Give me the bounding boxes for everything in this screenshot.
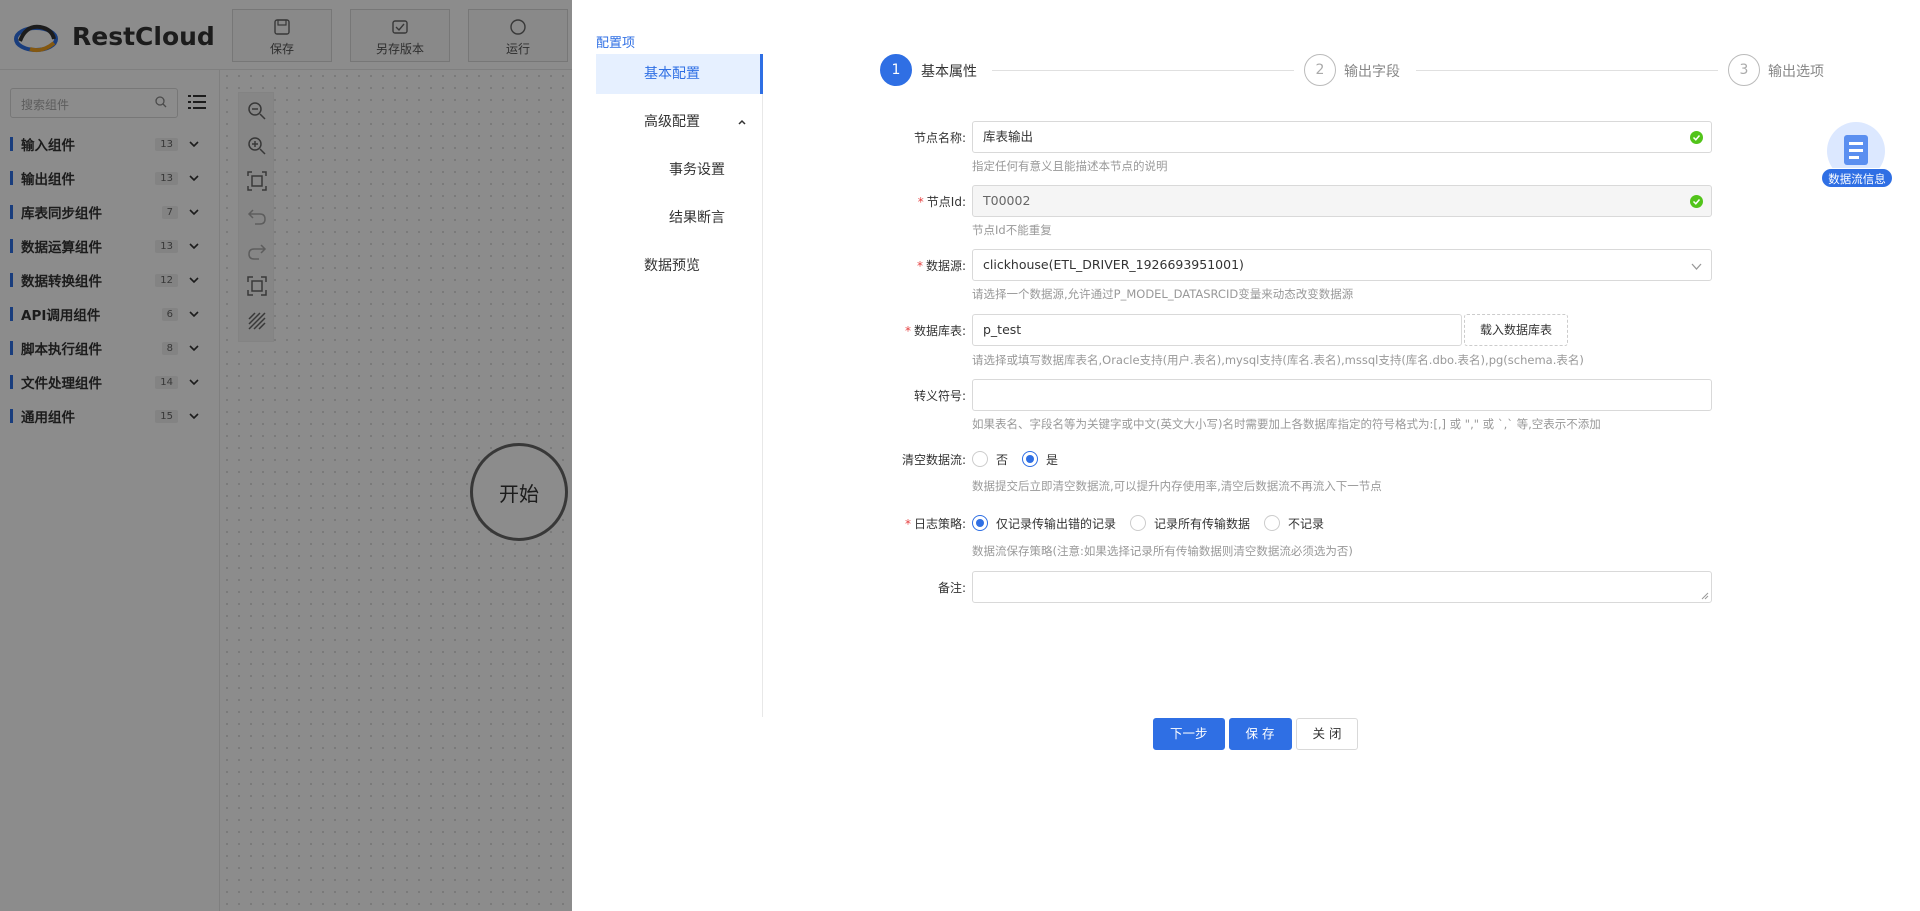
menu-item-label: 基本配置: [644, 66, 700, 82]
chevron-up-icon: [738, 119, 746, 125]
required-mark: *: [917, 195, 924, 209]
next-button[interactable]: 下一步: [1153, 718, 1225, 750]
escape-help: 如果表名、字段名等为关键字或中文(英文大小写)名时需要加上各数据库指定的符号格式…: [972, 417, 1601, 431]
datasource-help: 请选择一个数据源,允许通过P_MODEL_DATASRCID变量来动态改变数据源: [972, 287, 1354, 301]
escape-input[interactable]: [972, 379, 1712, 411]
document-icon: [1844, 135, 1868, 165]
log-policy-radio-group: 仅记录传输出错的记录 记录所有传输数据 不记录: [972, 512, 1338, 534]
config-title: 配置项: [596, 36, 636, 51]
node-id-input[interactable]: T00002: [972, 185, 1712, 217]
clear-stream-option-no[interactable]: 否: [972, 451, 1008, 468]
log-policy-option-none[interactable]: 不记录: [1264, 515, 1324, 532]
radio-checked: [1022, 451, 1039, 467]
step-2-number[interactable]: 2: [1304, 54, 1336, 86]
radio-label: 不记录: [1288, 516, 1325, 531]
table-input[interactable]: p_test: [972, 314, 1462, 346]
node-name-label: 节点名称:: [913, 131, 966, 145]
node-id-help: 节点Id不能重复: [972, 223, 1052, 237]
datasource-label-text: 数据源:: [925, 259, 966, 273]
radio-label: 仅记录传输出错的记录: [996, 516, 1117, 531]
remark-label: 备注:: [937, 581, 966, 595]
datasource-value: clickhouse(ETL_DRIVER_1926693951001): [983, 257, 1244, 272]
node-id-label-text: 节点Id:: [926, 195, 966, 209]
radio-unchecked: [1264, 515, 1281, 531]
radio-unchecked: [972, 451, 988, 467]
escape-label: 转义符号:: [913, 389, 966, 403]
chevron-down-icon: [1691, 263, 1702, 270]
node-id-value: T00002: [983, 193, 1031, 208]
step-connector: [992, 70, 1294, 71]
close-button[interactable]: 关 闭: [1295, 718, 1359, 750]
radio-label: 是: [1046, 452, 1059, 467]
required-mark: *: [916, 259, 923, 273]
node-id-label: * 节点Id:: [880, 193, 966, 210]
required-mark: *: [904, 517, 911, 531]
table-value: p_test: [983, 322, 1022, 337]
node-name-value: 库表输出: [983, 129, 1034, 144]
menu-item-transaction[interactable]: 事务设置: [596, 150, 763, 190]
step-2-label[interactable]: 输出字段: [1344, 61, 1400, 81]
step-1-label[interactable]: 基本属性: [921, 61, 977, 81]
step-connector: [1416, 70, 1718, 71]
menu-item-basic[interactable]: 基本配置: [596, 54, 763, 94]
clear-stream-radio-group: 否 是: [972, 448, 1072, 470]
menu-item-label: 高级配置: [644, 114, 700, 130]
datasource-select[interactable]: clickhouse(ETL_DRIVER_1926693951001): [972, 249, 1712, 281]
menu-item-assertion[interactable]: 结果断言: [596, 198, 763, 238]
radio-label: 记录所有传输数据: [1154, 516, 1251, 531]
check-circle-icon: [1690, 131, 1703, 144]
log-policy-option-all[interactable]: 记录所有传输数据: [1130, 515, 1250, 532]
check-circle-icon: [1690, 195, 1703, 208]
clear-stream-option-yes[interactable]: 是: [1022, 451, 1058, 468]
config-menu: 基本配置 高级配置 事务设置 结果断言 数据预览: [596, 54, 763, 717]
menu-item-label: 事务设置: [669, 162, 725, 178]
remark-textarea[interactable]: [972, 571, 1712, 603]
node-name-help: 指定任何有意义且能描述本节点的说明: [972, 159, 1168, 173]
clear-stream-label: 清空数据流:: [901, 453, 966, 467]
steps: 1 基本属性 2 输出字段 3 输出选项: [880, 54, 1840, 88]
step-3-number[interactable]: 3: [1728, 54, 1760, 86]
resize-handle-icon[interactable]: [1701, 592, 1709, 600]
menu-item-preview[interactable]: 数据预览: [596, 246, 763, 286]
drawer-actions: 下一步 保 存 关 闭: [1153, 718, 1362, 752]
log-policy-option-errors[interactable]: 仅记录传输出错的记录: [972, 515, 1116, 532]
data-flow-info-label: 数据流信息: [1821, 168, 1893, 188]
clear-stream-help: 数据提交后立即清空数据流,可以提升内存使用率,清空后数据流不再流入下一节点: [972, 479, 1382, 493]
log-policy-help: 数据流保存策略(注意:如果选择记录所有传输数据则清空数据流必须选为否): [972, 544, 1353, 558]
log-policy-label-text: 日志策略:: [913, 517, 966, 531]
step-1-number[interactable]: 1: [880, 54, 912, 86]
radio-checked: [972, 515, 988, 531]
save-button[interactable]: 保 存: [1228, 718, 1292, 750]
table-label: * 数据库表:: [880, 322, 966, 339]
log-policy-label: * 日志策略:: [880, 515, 966, 532]
menu-item-label: 结果断言: [669, 210, 725, 226]
data-flow-info-button[interactable]: 数据流信息: [1821, 122, 1893, 192]
node-config-drawer: 配置项 基本配置 高级配置 事务设置 结果断言 数据预览 1 基本属性 2 输出…: [572, 0, 1920, 911]
radio-unchecked: [1130, 515, 1147, 531]
node-name-input[interactable]: 库表输出: [972, 121, 1712, 153]
table-label-text: 数据库表:: [913, 324, 966, 338]
menu-item-label: 数据预览: [644, 258, 700, 274]
radio-label: 否: [996, 452, 1009, 467]
step-3-label[interactable]: 输出选项: [1768, 61, 1824, 81]
datasource-label: * 数据源:: [880, 257, 966, 274]
load-table-button[interactable]: 载入数据库表: [1464, 314, 1568, 346]
menu-item-advanced[interactable]: 高级配置: [596, 102, 763, 142]
required-mark: *: [904, 324, 911, 338]
table-help: 请选择或填写数据库表名,Oracle支持(用户.表名),mysql支持(库名.表…: [972, 353, 1584, 367]
